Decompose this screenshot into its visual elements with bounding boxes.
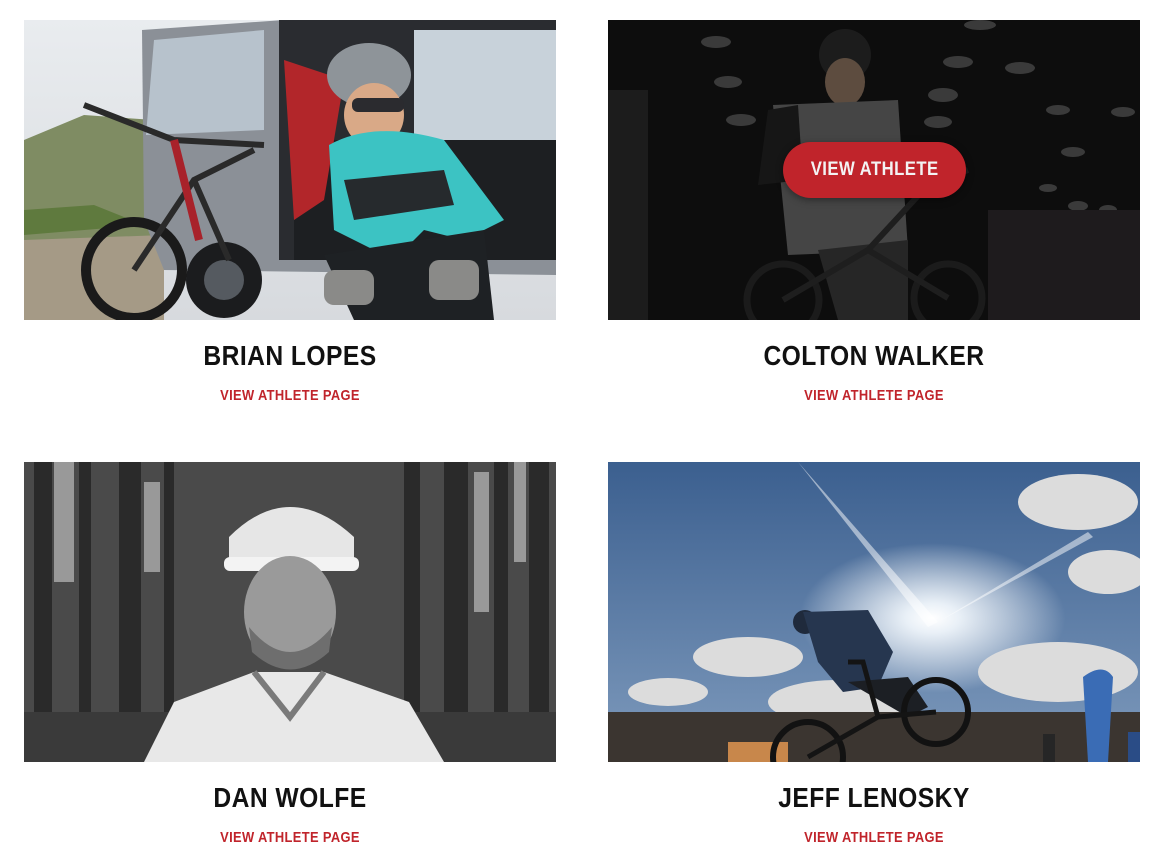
athlete-photo-colton-walker[interactable]: VIEW ATHLETE: [608, 20, 1140, 320]
view-athlete-page-link[interactable]: VIEW ATHLETE PAGE: [645, 388, 1103, 403]
athlete-photo-image: [24, 20, 556, 320]
athlete-photo-image: [24, 462, 556, 762]
athlete-photo-image: [608, 462, 1140, 762]
athlete-name: BRIAN LOPES: [203, 340, 377, 371]
athlete-name: JEFF LENOSKY: [778, 782, 970, 813]
athlete-card-dan-wolfe: DAN WOLFE VIEW ATHLETE PAGE: [24, 462, 556, 845]
athlete-photo-jeff-lenosky[interactable]: [608, 462, 1140, 762]
athlete-photo-dan-wolfe[interactable]: [24, 462, 556, 762]
view-athlete-button[interactable]: VIEW ATHLETE: [783, 142, 966, 198]
athlete-card-jeff-lenosky: JEFF LENOSKY VIEW ATHLETE PAGE: [608, 462, 1140, 845]
athlete-photo-brian-lopes[interactable]: [24, 20, 556, 320]
athlete-name: DAN WOLFE: [213, 782, 367, 813]
view-athlete-page-link[interactable]: VIEW ATHLETE PAGE: [61, 388, 519, 403]
view-athlete-button-label: VIEW ATHLETE: [810, 159, 939, 180]
athlete-card-colton-walker: VIEW ATHLETE COLTON WALKER VIEW ATHLETE …: [608, 20, 1140, 403]
athlete-card-brian-lopes: BRIAN LOPES VIEW ATHLETE PAGE: [24, 20, 556, 403]
view-athlete-page-link[interactable]: VIEW ATHLETE PAGE: [645, 830, 1103, 845]
athlete-grid: BRIAN LOPES VIEW ATHLETE PAGE VIEW ATHLE…: [0, 0, 1171, 864]
view-athlete-page-link[interactable]: VIEW ATHLETE PAGE: [61, 830, 519, 845]
athlete-name: COLTON WALKER: [763, 340, 985, 371]
